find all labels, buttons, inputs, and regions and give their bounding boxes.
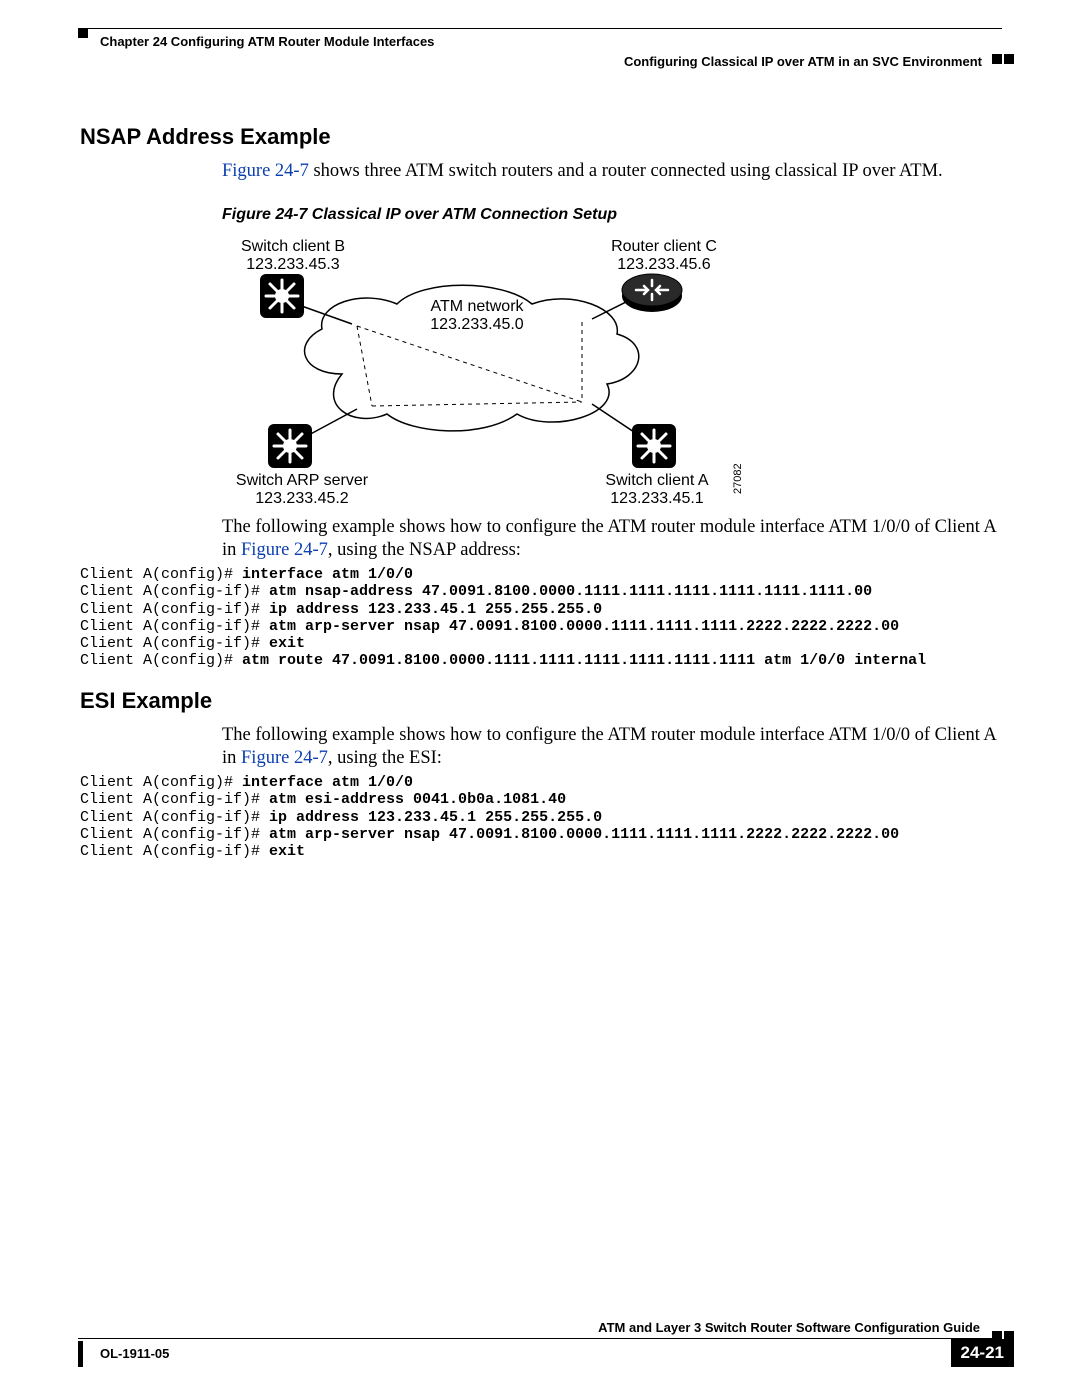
cli-block-nsap: Client A(config)# interface atm 1/0/0 Cl… — [80, 566, 926, 670]
prompt: Client A(config-if)# — [80, 843, 269, 860]
figure-ref-link[interactable]: Figure 24-7 — [222, 161, 309, 181]
command: interface atm 1/0/0 — [242, 774, 413, 791]
text: 123.233.45.2 — [255, 490, 348, 507]
text: ATM network — [430, 298, 523, 315]
paragraph: The following example shows how to confi… — [222, 724, 1002, 770]
page: Chapter 24 Configuring ATM Router Module… — [0, 0, 1080, 1397]
header-marker — [992, 54, 1002, 64]
text: 123.233.45.0 — [430, 316, 523, 333]
prompt: Client A(config-if)# — [80, 826, 269, 843]
command: exit — [269, 843, 305, 860]
label-switch-a: Switch client A 123.233.45.1 — [592, 472, 722, 509]
prompt: Client A(config)# — [80, 652, 242, 669]
text: 123.233.45.6 — [617, 256, 710, 273]
text: Switch client A — [605, 472, 708, 489]
footer-guide-title: ATM and Layer 3 Switch Router Software C… — [598, 1320, 980, 1335]
text: Switch client B — [241, 238, 345, 255]
header-chapter: Chapter 24 Configuring ATM Router Module… — [100, 34, 434, 49]
prompt: Client A(config-if)# — [80, 618, 269, 635]
prompt: Client A(config-if)# — [80, 809, 269, 826]
prompt: Client A(config-if)# — [80, 601, 269, 618]
header-marker — [78, 28, 88, 38]
label-network: ATM network 123.233.45.0 — [412, 298, 542, 335]
text: Router client C — [611, 238, 717, 255]
command: ip address 123.233.45.1 255.255.255.0 — [269, 601, 602, 618]
prompt: Client A(config)# — [80, 774, 242, 791]
command: ip address 123.233.45.1 255.255.255.0 — [269, 809, 602, 826]
command: exit — [269, 635, 305, 652]
footer-bar — [78, 1341, 83, 1367]
header-section: Configuring Classical IP over ATM in an … — [624, 54, 982, 69]
figure-ref-link[interactable]: Figure 24-7 — [241, 540, 328, 560]
network-diagram: Switch client B 123.233.45.3 Router clie… — [222, 234, 762, 500]
command: interface atm 1/0/0 — [242, 566, 413, 583]
command: atm arp-server nsap 47.0091.8100.0000.11… — [269, 826, 899, 843]
label-switch-b: Switch client B 123.233.45.3 — [228, 238, 358, 275]
cli-block-esi: Client A(config)# interface atm 1/0/0 Cl… — [80, 774, 899, 860]
prompt: Client A(config-if)# — [80, 583, 269, 600]
figure-ref-link[interactable]: Figure 24-7 — [241, 748, 328, 768]
header-rule — [78, 28, 1002, 29]
command: atm nsap-address 47.0091.8100.0000.1111.… — [269, 583, 872, 600]
command: atm arp-server nsap 47.0091.8100.0000.11… — [269, 618, 899, 635]
page-number: 24-21 — [951, 1339, 1014, 1367]
prompt: Client A(config-if)# — [80, 635, 269, 652]
command: atm esi-address 0041.0b0a.1081.40 — [269, 791, 566, 808]
figure-caption: Figure 24-7 Classical IP over ATM Connec… — [222, 206, 617, 224]
text: Switch ARP server — [236, 472, 368, 489]
heading-nsap: NSAP Address Example — [80, 124, 331, 150]
prompt: Client A(config-if)# — [80, 791, 269, 808]
figure-id: 27082 — [732, 463, 744, 494]
label-arp: Switch ARP server 123.233.45.2 — [222, 472, 382, 509]
text: , using the ESI: — [328, 748, 442, 768]
text: 123.233.45.1 — [610, 490, 703, 507]
header-marker — [1004, 54, 1014, 64]
footer-rule — [78, 1338, 1002, 1339]
paragraph: Figure 24-7 shows three ATM switch route… — [222, 160, 1002, 183]
command: atm route 47.0091.8100.0000.1111.1111.11… — [242, 652, 926, 669]
paragraph: The following example shows how to confi… — [222, 516, 1002, 562]
footer-doc-id: OL-1911-05 — [100, 1346, 169, 1361]
text: , using the NSAP address: — [328, 540, 521, 560]
text: 123.233.45.3 — [246, 256, 339, 273]
text: shows three ATM switch routers and a rou… — [309, 161, 943, 181]
heading-esi: ESI Example — [80, 688, 212, 714]
prompt: Client A(config)# — [80, 566, 242, 583]
label-router-c: Router client C 123.233.45.6 — [594, 238, 734, 275]
